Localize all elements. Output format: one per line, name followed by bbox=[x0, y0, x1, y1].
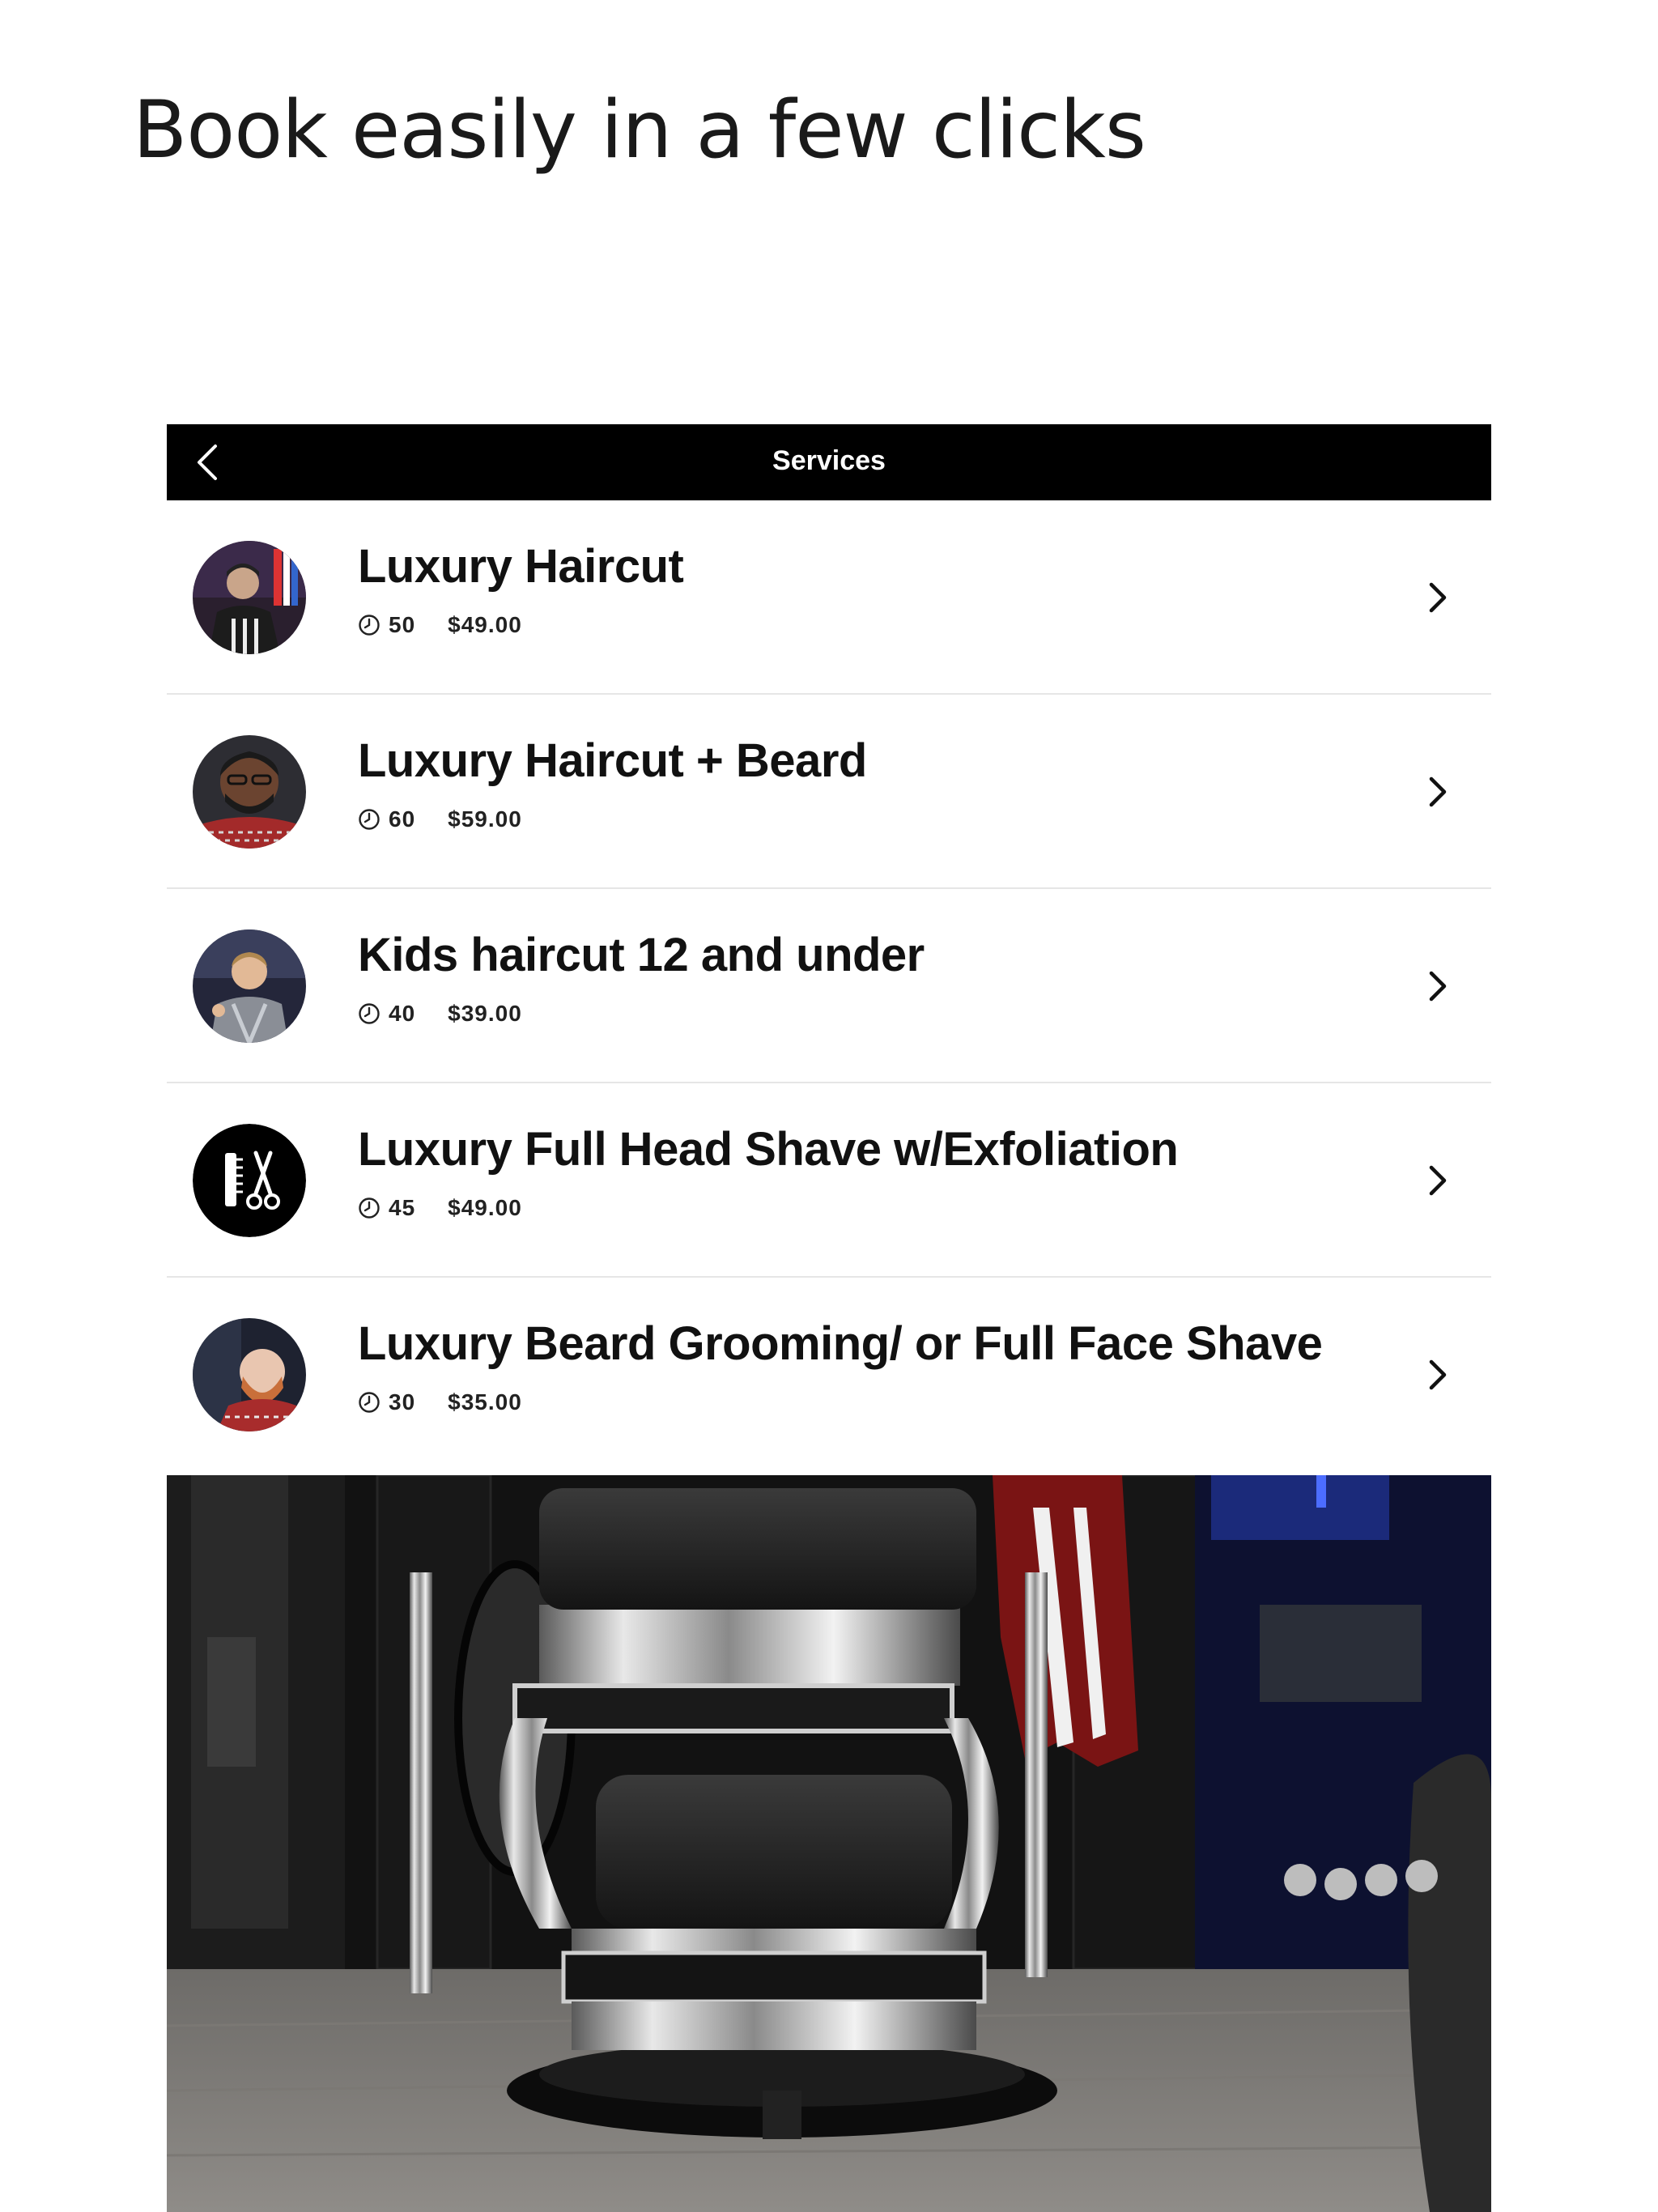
comb-scissors-icon bbox=[193, 1124, 306, 1237]
chevron-right-icon[interactable] bbox=[1428, 774, 1449, 810]
page-headline: Book easily in a few clicks bbox=[133, 84, 1146, 177]
service-avatar-image bbox=[193, 929, 306, 1043]
service-duration: 40 bbox=[389, 1001, 416, 1026]
clock-icon bbox=[359, 1392, 380, 1413]
service-duration: 50 bbox=[389, 612, 416, 637]
service-avatar-image bbox=[193, 541, 306, 654]
service-row[interactable]: Luxury Haircut + Beard 60 $59.00 bbox=[167, 695, 1491, 889]
nav-bar: Services bbox=[167, 424, 1491, 500]
service-duration: 45 bbox=[389, 1195, 416, 1220]
chevron-right-icon[interactable] bbox=[1428, 580, 1449, 615]
service-avatar-image bbox=[193, 1318, 306, 1431]
service-duration: 60 bbox=[389, 806, 416, 832]
clock-icon bbox=[359, 615, 380, 636]
service-title: Luxury Haircut bbox=[358, 540, 684, 593]
service-price: $49.00 bbox=[448, 1195, 522, 1220]
service-price: $49.00 bbox=[448, 612, 522, 637]
service-price: $35.00 bbox=[448, 1389, 522, 1414]
service-title: Kids haircut 12 and under bbox=[358, 929, 925, 981]
chevron-right-icon[interactable] bbox=[1428, 1163, 1449, 1198]
service-row[interactable]: Luxury Full Head Shave w/Exfoliation 45 … bbox=[167, 1083, 1491, 1278]
app-screen: Services Luxury Haircut 50 $49.00 Luxury… bbox=[167, 424, 1491, 2212]
service-price: $59.00 bbox=[448, 806, 522, 832]
clock-icon bbox=[359, 1003, 380, 1024]
barber-chair-photo bbox=[167, 1475, 1491, 2212]
service-title: Luxury Full Head Shave w/Exfoliation bbox=[358, 1123, 1179, 1176]
service-meta: 50 $49.00 bbox=[358, 612, 522, 638]
service-row[interactable]: Kids haircut 12 and under 40 $39.00 bbox=[167, 889, 1491, 1083]
service-title: Luxury Haircut + Beard bbox=[358, 734, 867, 787]
service-title: Luxury Beard Grooming/ or Full Face Shav… bbox=[358, 1317, 1323, 1370]
chevron-right-icon[interactable] bbox=[1428, 1357, 1449, 1393]
nav-title: Services bbox=[772, 445, 886, 476]
service-row[interactable]: Luxury Beard Grooming/ or Full Face Shav… bbox=[167, 1278, 1491, 1472]
service-meta: 60 $59.00 bbox=[358, 806, 522, 832]
service-price: $39.00 bbox=[448, 1001, 522, 1026]
clock-icon bbox=[359, 809, 380, 830]
service-meta: 45 $49.00 bbox=[358, 1195, 522, 1221]
service-duration: 30 bbox=[389, 1389, 416, 1414]
service-meta: 30 $35.00 bbox=[358, 1389, 522, 1415]
chevron-right-icon[interactable] bbox=[1428, 968, 1449, 1004]
service-row[interactable]: Luxury Haircut 50 $49.00 bbox=[167, 500, 1491, 695]
service-meta: 40 $39.00 bbox=[358, 1001, 522, 1027]
clock-icon bbox=[359, 1197, 380, 1219]
service-avatar-image bbox=[193, 735, 306, 849]
services-list: Luxury Haircut 50 $49.00 Luxury Haircut … bbox=[167, 500, 1491, 1472]
